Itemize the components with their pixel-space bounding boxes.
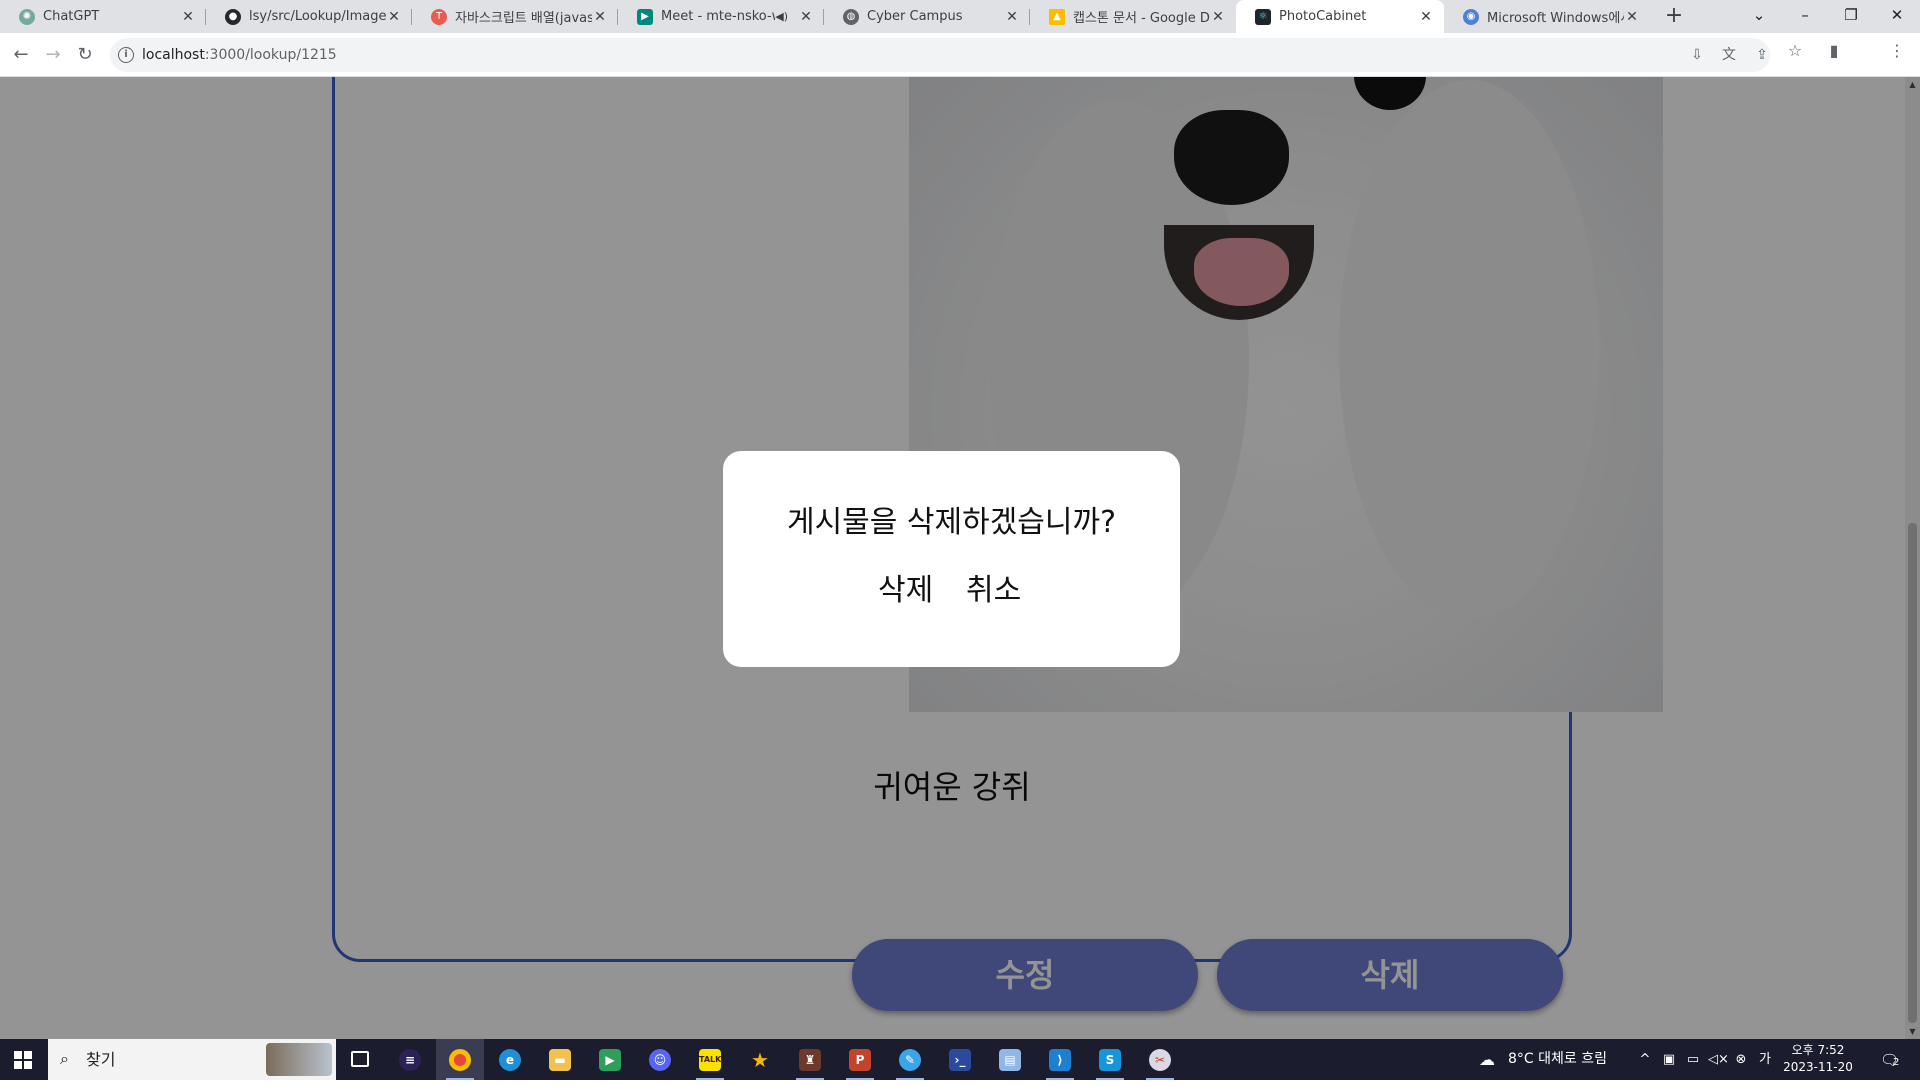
chrome-icon[interactable] (436, 1039, 484, 1080)
tray-app-icon[interactable]: ▣ (1660, 1051, 1678, 1069)
dialog-cancel-button[interactable]: 취소 (966, 565, 1021, 609)
edge-icon[interactable]: e (486, 1039, 534, 1080)
bookmark-star-icon[interactable]: ☆ (1784, 40, 1806, 62)
globe-icon: ◍ (843, 8, 859, 25)
vscode-icon[interactable]: ⟩ (1036, 1039, 1084, 1080)
chatgpt-icon: ✺ (19, 8, 35, 25)
share-icon[interactable]: ⇪ (1753, 46, 1771, 64)
github-icon: ● (225, 8, 241, 25)
site-icon: ◉ (1463, 8, 1479, 25)
tab-cyber-campus[interactable]: ◍ Cyber Campus ✕ (824, 0, 1030, 33)
speaker-icon[interactable]: ◀) (775, 10, 788, 23)
reload-button[interactable]: ↻ (70, 40, 100, 70)
forward-button[interactable]: → (38, 40, 68, 70)
react-icon: ⚛ (1255, 8, 1271, 25)
google-meet-icon: ▶ (637, 8, 653, 25)
clock-date: 2023-11-20 (1783, 1060, 1853, 1074)
menu-dots-icon[interactable]: ⋮ (1886, 40, 1908, 62)
kakaotalk-icon[interactable]: TALK (686, 1039, 734, 1080)
close-icon[interactable]: ✕ (1004, 9, 1020, 25)
search-placeholder: 찾기 (86, 1050, 116, 1069)
system-clock[interactable]: 오후 7:52 2023-11-20 (1778, 1042, 1858, 1076)
tab-title: Meet - mte-nsko-wp (661, 9, 775, 24)
file-explorer-icon[interactable]: ▬ (536, 1039, 584, 1080)
back-button[interactable]: ← (6, 40, 36, 70)
game-icon[interactable]: ♜ (786, 1039, 834, 1080)
task-view-icon[interactable] (336, 1039, 384, 1080)
restore-button[interactable]: ❐ (1828, 0, 1874, 33)
tab-github[interactable]: ● lsy/src/Lookup/Image_Lo ✕ (206, 0, 412, 33)
tab-title: 캡스톤 문서 - Google Dri (1073, 11, 1210, 26)
tab-title: Microsoft Windows에서 (1487, 11, 1624, 26)
star-app-icon[interactable]: ★ (736, 1039, 784, 1080)
delete-confirm-dialog: 게시물을 삭제하겠습니까? 삭제 취소 (723, 451, 1180, 667)
close-icon[interactable]: ✕ (1418, 9, 1434, 25)
tab-search-chevron-icon[interactable]: ⌄ (1736, 0, 1782, 33)
side-panel-icon[interactable]: ▮ (1823, 40, 1845, 62)
page-viewport: 귀여운 강쥐 수정 삭제 ▲ ▼ 게시물을 삭제하겠습니까? 삭제 취소 (0, 77, 1920, 1039)
tab-title: 자바스크립트 배열(javasc (455, 11, 592, 26)
close-icon[interactable]: ✕ (1624, 9, 1640, 25)
tab-title: Cyber Campus (867, 9, 963, 24)
close-icon[interactable]: ✕ (1210, 9, 1226, 25)
messenger-icon[interactable]: ✎ (886, 1039, 934, 1080)
tab-photocabinet[interactable]: ⚛ PhotoCabinet ✕ (1236, 0, 1444, 33)
windows-taskbar: ⌕ 찾기 ≡ e ▬ ▶ ☺ TALK ★ ♜ P ✎ ›_ ▤ ⟩ S ✂ ☁… (0, 1039, 1920, 1080)
start-button[interactable] (0, 1039, 46, 1080)
url-text: localhost:3000/lookup/1215 (142, 47, 337, 63)
eclipse-icon[interactable]: ≡ (386, 1039, 434, 1080)
tab-tistory[interactable]: T 자바스크립트 배열(javasc ✕ (412, 0, 618, 33)
close-icon[interactable]: ✕ (386, 9, 402, 25)
snipping-tool-icon[interactable]: ✂ (1136, 1039, 1184, 1080)
close-window-button[interactable]: ✕ (1874, 0, 1920, 33)
search-highlight-image (266, 1043, 332, 1076)
app-s-icon[interactable]: S (1086, 1039, 1134, 1080)
close-icon[interactable]: ✕ (592, 9, 608, 25)
tistory-icon: T (431, 8, 447, 25)
input-method-icon[interactable]: 가 (1756, 1051, 1774, 1069)
clock-time: 오후 7:52 (1791, 1043, 1845, 1057)
new-tab-button[interactable]: + (1661, 3, 1687, 29)
search-icon: ⌕ (60, 1049, 69, 1068)
tab-chatgpt[interactable]: ✺ ChatGPT ✕ (0, 0, 206, 33)
weather-cloud-icon[interactable]: ☁ (1478, 1051, 1496, 1069)
taskbar-search[interactable]: ⌕ 찾기 (48, 1039, 336, 1080)
install-icon[interactable]: ⇩ (1688, 46, 1706, 64)
minimize-button[interactable]: – (1782, 0, 1828, 33)
powerpoint-icon[interactable]: P (836, 1039, 884, 1080)
address-bar[interactable]: i localhost:3000/lookup/1215 ⇩ 文 ⇪ (110, 38, 1770, 72)
close-icon[interactable]: ✕ (180, 9, 196, 25)
tab-title: PhotoCabinet (1279, 9, 1367, 24)
tray-chevron-up-icon[interactable]: ^ (1636, 1051, 1654, 1069)
discord-icon[interactable]: ☺ (636, 1039, 684, 1080)
tab-title: lsy/src/Lookup/Image_Lo (249, 9, 386, 24)
site-info-icon[interactable]: i (118, 47, 134, 63)
media-player-icon[interactable]: ▶ (586, 1039, 634, 1080)
tab-microsoft[interactable]: ◉ Microsoft Windows에서 ✕ (1444, 0, 1650, 33)
dialog-confirm-button[interactable]: 삭제 (878, 565, 933, 609)
browser-toolbar: ← → ↻ i localhost:3000/lookup/1215 ⇩ 文 ⇪ (0, 33, 1920, 77)
volume-muted-icon[interactable]: ◁× (1708, 1051, 1729, 1069)
tab-title: ChatGPT (43, 9, 100, 24)
dialog-message: 게시물을 삭제하겠습니까? (786, 505, 1117, 540)
weather-text[interactable]: 8°C 대체로 흐림 (1508, 1039, 1607, 1080)
tab-google-drive[interactable]: ▲ 캡스톤 문서 - Google Dri ✕ (1030, 0, 1236, 33)
google-drive-icon: ▲ (1049, 8, 1065, 25)
notes-icon[interactable]: ▤ (986, 1039, 1034, 1080)
tab-strip: ✺ ChatGPT ✕ ● lsy/src/Lookup/Image_Lo ✕ … (0, 0, 1920, 33)
status-x-icon[interactable]: ⊗ (1732, 1051, 1750, 1069)
powershell-icon[interactable]: ›_ (936, 1039, 984, 1080)
tab-meet[interactable]: ▶ Meet - mte-nsko-wp ◀) ✕ (618, 0, 824, 33)
network-icon[interactable]: ▭ (1684, 1051, 1702, 1069)
translate-icon[interactable]: 文 (1720, 46, 1738, 64)
close-icon[interactable]: ✕ (798, 9, 814, 25)
